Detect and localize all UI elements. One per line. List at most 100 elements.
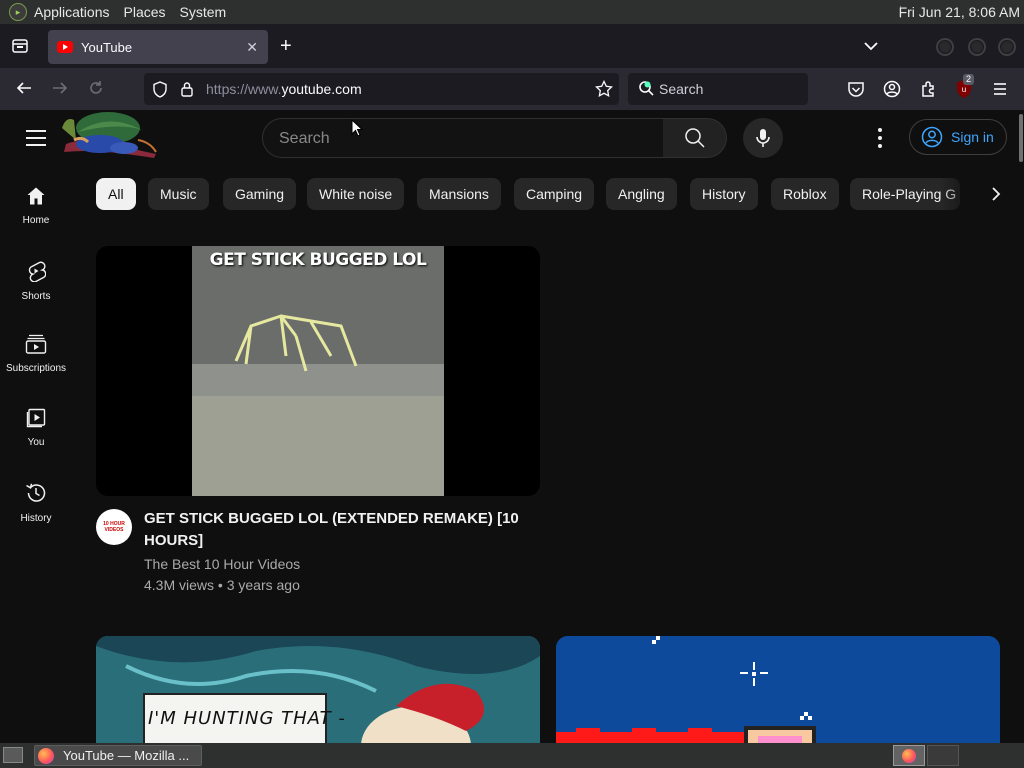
sign-in-label: Sign in [951,129,994,145]
chip-next-button[interactable] [980,178,1012,210]
account-icon[interactable] [883,80,901,98]
search-bar-placeholder: Search [659,81,704,97]
guide-item-shorts[interactable]: Shorts [0,244,72,314]
applications-menu[interactable]: Applications [34,4,110,20]
microphone-icon [756,129,770,147]
chip-music[interactable]: Music [148,178,209,210]
tab-youtube[interactable]: YouTube ✕ [48,30,268,64]
back-button[interactable] [15,80,33,98]
chip-history[interactable]: History [690,178,758,210]
reload-icon [90,81,102,94]
guide-item-label: Shorts [21,291,51,302]
stick-bug-thumbnail-image [192,246,444,496]
settings-kebab-button[interactable] [872,128,888,148]
chip-bar-fade [940,178,980,210]
bottom-panel: YouTube — Mozilla ... [0,743,1024,768]
minimize-window-button[interactable] [936,38,954,56]
places-menu[interactable]: Places [124,4,166,20]
firefox-icon [902,748,916,763]
chip-all[interactable]: All [96,178,136,210]
url-bar[interactable]: https://www.youtube.com [144,73,619,105]
pocket-icon[interactable] [847,81,865,98]
hamburger-menu-icon [994,83,1006,95]
chip-white-noise[interactable]: White noise [307,178,405,210]
chip-roblox[interactable]: Roblox [771,178,839,210]
extensions-puzzle-icon[interactable] [920,80,938,98]
youtube-page: Search Sign in Home Shorts Subscriptions… [0,110,1024,743]
scrollbar-thumb[interactable] [1019,114,1023,162]
youtube-search-input[interactable]: Search [262,118,664,158]
guide-menu-icon [26,130,46,132]
panel-clock[interactable]: Fri Jun 21, 8:06 AM [899,4,1020,20]
ublock-blocked-count: 2 [963,74,975,85]
show-desktop-button[interactable] [3,747,23,763]
sign-in-button[interactable]: Sign in [909,119,1007,155]
video-metadata: 4.3M views • 3 years ago [144,577,300,593]
account-circle-icon [921,126,943,148]
maximize-window-button[interactable] [968,38,986,56]
tab-close-icon[interactable]: ✕ [246,39,258,56]
channel-avatar[interactable]: 10 HOUR VIDEOS [96,509,132,545]
close-window-button[interactable] [998,38,1016,56]
guide-item-label: Home [22,215,50,226]
video-thumbnail[interactable] [556,636,1000,743]
you-icon [26,408,46,428]
web-search-bar[interactable]: Search [628,73,808,105]
youtube-doodle-logo[interactable] [58,110,162,160]
firefox-navbar: https://www.youtube.com Search u 2 [0,68,1024,110]
forward-button[interactable] [51,80,69,98]
reload-button[interactable] [87,80,105,98]
workspace-2-button[interactable] [927,745,959,766]
list-all-tabs-button[interactable] [864,38,878,56]
guide-menu-button[interactable] [26,130,46,146]
guide-item-subscriptions[interactable]: Subscriptions [0,318,72,388]
kebab-dot-icon [878,128,882,132]
app-menu-button[interactable] [992,82,1008,101]
page-scrollbar[interactable] [1017,110,1024,743]
guide-item-label: History [20,513,52,524]
distro-logo-icon[interactable]: ▸ [9,3,27,21]
kebab-dot-icon [878,144,882,148]
chip-angling[interactable]: Angling [606,178,677,210]
guide-item-history[interactable]: History [0,466,72,536]
chip-gaming[interactable]: Gaming [223,178,297,210]
top-panel: ▸ Applications Places System Fri Jun 21,… [0,0,1024,24]
chevron-down-icon [864,42,878,51]
taskbar-window-button[interactable]: YouTube — Mozilla ... [34,745,202,766]
video-thumbnail[interactable]: GET STICK BUGGED LOL [96,246,540,496]
youtube-search-button[interactable] [663,118,727,158]
youtube-masthead: Search Sign in [0,110,1016,166]
tab-title: YouTube [81,39,133,55]
channel-name[interactable]: The Best 10 Hour Videos [144,556,300,572]
mouse-cursor-icon [351,119,363,137]
url-domain: youtube.com [281,81,362,97]
guide-menu-icon-bar [26,137,46,139]
guide-item-label: Subscriptions [5,363,67,374]
voice-search-button[interactable] [743,118,783,158]
firefox-view-button[interactable] [0,24,40,68]
chip-mansions[interactable]: Mansions [417,178,501,210]
tracking-protection-shield-icon[interactable] [152,81,168,98]
padlock-icon[interactable] [180,81,194,97]
back-arrow-icon [16,82,31,94]
guide-item-home[interactable]: Home [0,170,72,240]
chip-camping[interactable]: Camping [514,178,595,210]
channel-avatar-text: 10 HOUR VIDEOS [103,521,125,533]
guide-item-you[interactable]: You [0,392,72,462]
system-menu[interactable]: System [180,4,227,20]
kebab-dot-icon [878,136,882,140]
guide-item-label: You [27,437,45,448]
thumbnail-caption: GET STICK BUGGED LOL [209,250,427,270]
forward-arrow-icon [53,82,68,94]
bookmark-star-icon[interactable] [595,80,613,98]
new-tab-button[interactable]: + [280,36,292,56]
video-title[interactable]: GET STICK BUGGED LOL (EXTENDED REMAKE) [… [144,508,524,552]
thumbnail-caption: I'M HUNTING THAT - [148,708,346,729]
subscriptions-icon [25,334,47,354]
svg-text:u: u [962,85,966,94]
firefox-tabstrip: YouTube ✕ + [0,24,1024,68]
video-thumbnail[interactable]: I'M HUNTING THAT - [96,636,540,743]
workspace-1-button[interactable] [893,745,925,766]
taskbar-window-title: YouTube — Mozilla ... [63,748,190,763]
guide-menu-icon-bar [26,144,46,146]
